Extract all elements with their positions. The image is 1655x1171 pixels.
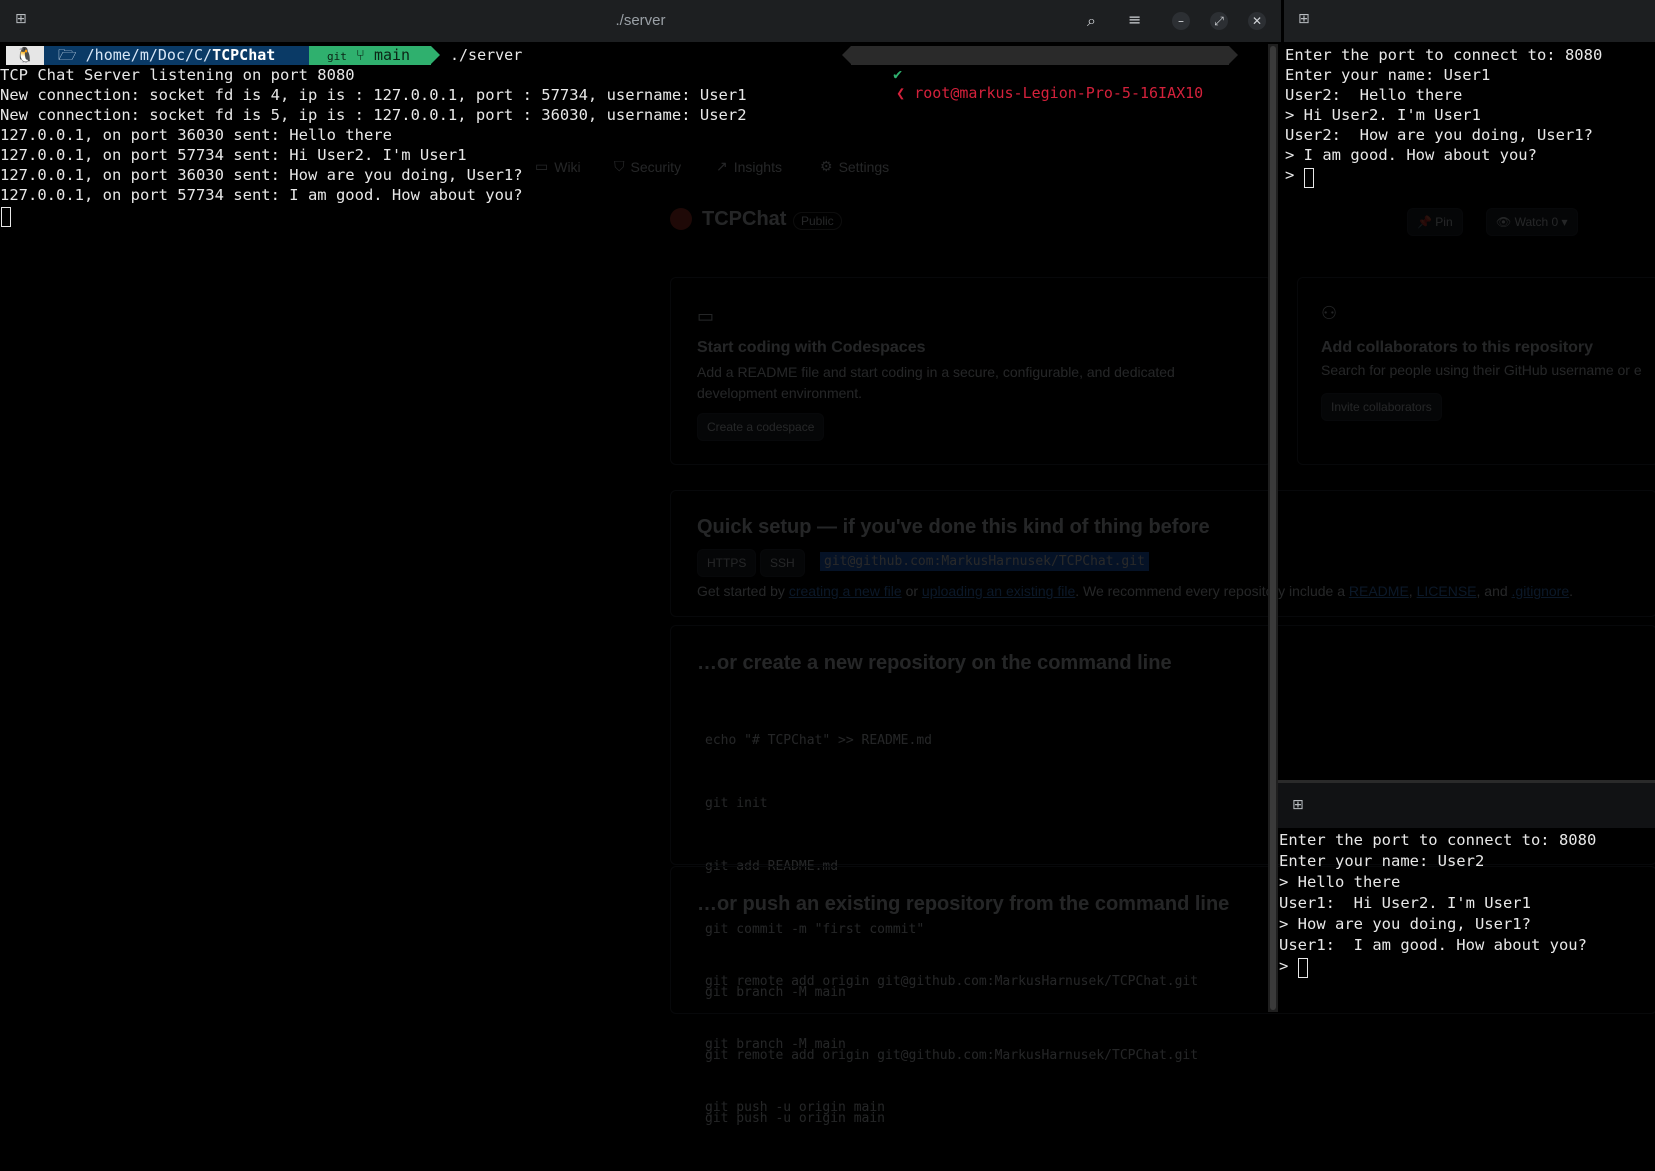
tab-insights: ↗ Insights xyxy=(716,158,782,175)
invite-collaborators-button: Invite collaborators xyxy=(1321,393,1442,421)
terminal-cursor xyxy=(1298,958,1308,978)
output-line: > How are you doing, User1? xyxy=(1279,915,1531,933)
push-existing-title: …or push an existing repository from the… xyxy=(697,893,1230,915)
quick-setup-card xyxy=(670,490,1655,617)
codespaces-icon: ▭ xyxy=(697,306,715,326)
push-existing-commands: git remote add origin git@github.com:Mar… xyxy=(705,974,1199,1115)
output-line: 127.0.0.1, on port 36030 sent: How are y… xyxy=(0,166,523,184)
ssh-toggle: SSH xyxy=(760,549,805,577)
https-toggle: HTTPS xyxy=(697,549,757,577)
prompt-path: 🗁 /home/m/Doc/C/TCPChat xyxy=(44,46,309,65)
shield-icon: ⛉ xyxy=(614,158,625,174)
tab-security: ⛉ Security xyxy=(614,158,682,175)
client1-titlebar: ⊞ xyxy=(1284,0,1655,42)
getting-started-line: Get started by creating a new file or up… xyxy=(697,583,1574,599)
collab-card xyxy=(1297,277,1655,465)
output-line: User2: Hello there xyxy=(1285,86,1463,104)
output-line: > Hello there xyxy=(1279,873,1401,891)
new-tab-icon[interactable]: ⊞ xyxy=(1292,797,1304,813)
watch-button: 👁 Watch 0 ▾ xyxy=(1486,208,1578,236)
terminal-cursor xyxy=(1304,168,1314,188)
codespaces-title: Start coding with Codespaces xyxy=(697,339,926,356)
repo-avatar xyxy=(670,208,692,230)
close-button[interactable]: ✕ xyxy=(1248,12,1266,30)
create-codespace-button: Create a codespace xyxy=(697,413,825,441)
output-line: > xyxy=(1285,166,1304,184)
minimize-button[interactable]: – xyxy=(1172,12,1190,30)
create-new-commands: echo "# TCPChat" >> README.md git init g… xyxy=(705,733,1199,1126)
check-icon: ✔ xyxy=(893,65,903,83)
repo-name: TCPChat xyxy=(702,208,787,230)
folder-icon: 🗁 xyxy=(58,46,86,64)
prompt-command: ./server xyxy=(450,46,523,64)
search-icon[interactable]: ⌕ xyxy=(1087,11,1096,31)
prompt-right-status: ✔ ❮ root@markus-Legion-Pro-5-16IAX10 xyxy=(851,46,1229,102)
tab-wiki: ▭ Wiki xyxy=(535,158,581,175)
maximize-button[interactable]: ⤢ xyxy=(1210,12,1228,30)
create-new-title: …or create a new repository on the comma… xyxy=(697,652,1172,674)
codespaces-desc: Add a README file and start coding in a … xyxy=(697,364,1175,401)
create-new-card xyxy=(670,625,1655,865)
clone-url: git@github.com:MarkusHarnusek/TCPChat.gi… xyxy=(820,552,1149,571)
output-line: 127.0.0.1, on port 57734 sent: Hi User2.… xyxy=(0,146,467,164)
pin-button: 📌 Pin xyxy=(1407,208,1463,236)
output-line: User1: I am good. How about you? xyxy=(1279,936,1587,954)
linux-tux-icon: 🐧 xyxy=(6,46,44,65)
client2-titlebar: ⊞ xyxy=(1278,783,1655,828)
new-tab-icon[interactable]: ⊞ xyxy=(1298,11,1310,27)
output-line: Enter your name: User2 xyxy=(1279,852,1485,870)
pane-divider-scrollbar[interactable] xyxy=(1268,44,1278,1012)
menu-icon[interactable]: ≡ xyxy=(1128,10,1141,29)
output-line: TCP Chat Server listening on port 8080 xyxy=(0,66,355,84)
branch-icon: ⑂ xyxy=(355,46,365,64)
output-line: Enter the port to connect to: 8080 xyxy=(1285,46,1603,64)
output-line: New connection: socket fd is 5, ip is : … xyxy=(0,106,747,124)
person-add-icon: ⚇ xyxy=(1321,303,1338,323)
quick-setup-title: Quick setup — if you've done this kind o… xyxy=(697,516,1210,538)
book-icon: ▭ xyxy=(535,158,549,174)
tab-settings: ⚙ Settings xyxy=(820,158,890,175)
scrollbar-thumb[interactable] xyxy=(1270,46,1276,1010)
output-line: 127.0.0.1, on port 57734 sent: I am good… xyxy=(0,186,523,204)
collab-title: Add collaborators to this repository xyxy=(1321,339,1594,356)
output-line: > Hi User2. I'm User1 xyxy=(1285,106,1481,124)
output-line: Enter your name: User1 xyxy=(1285,66,1491,84)
terminal-cursor xyxy=(1,207,11,227)
output-line: User2: How are you doing, User1? xyxy=(1285,126,1593,144)
output-line: User1: Hi User2. I'm User1 xyxy=(1279,894,1531,912)
output-line: 127.0.0.1, on port 36030 sent: Hello the… xyxy=(0,126,392,144)
output-line: > xyxy=(1279,957,1298,975)
terminal-titlebar: ⊞ ./server ⌕ ≡ – ⤢ ✕ xyxy=(0,0,1281,42)
prompt-git-branch: git ⑂ main xyxy=(309,46,431,65)
prompt-user-host: root@markus-Legion-Pro-5-16IAX10 xyxy=(914,84,1204,102)
gear-icon: ⚙ xyxy=(820,158,833,174)
visibility-badge: Public xyxy=(793,212,842,230)
output-line: New connection: socket fd is 4, ip is : … xyxy=(0,86,747,104)
output-line: > I am good. How about you? xyxy=(1285,146,1537,164)
codespaces-card xyxy=(670,277,1272,465)
collab-desc: Search for people using their GitHub use… xyxy=(1321,362,1642,378)
output-line: Enter the port to connect to: 8080 xyxy=(1279,831,1597,849)
graph-icon: ↗ xyxy=(716,158,728,174)
